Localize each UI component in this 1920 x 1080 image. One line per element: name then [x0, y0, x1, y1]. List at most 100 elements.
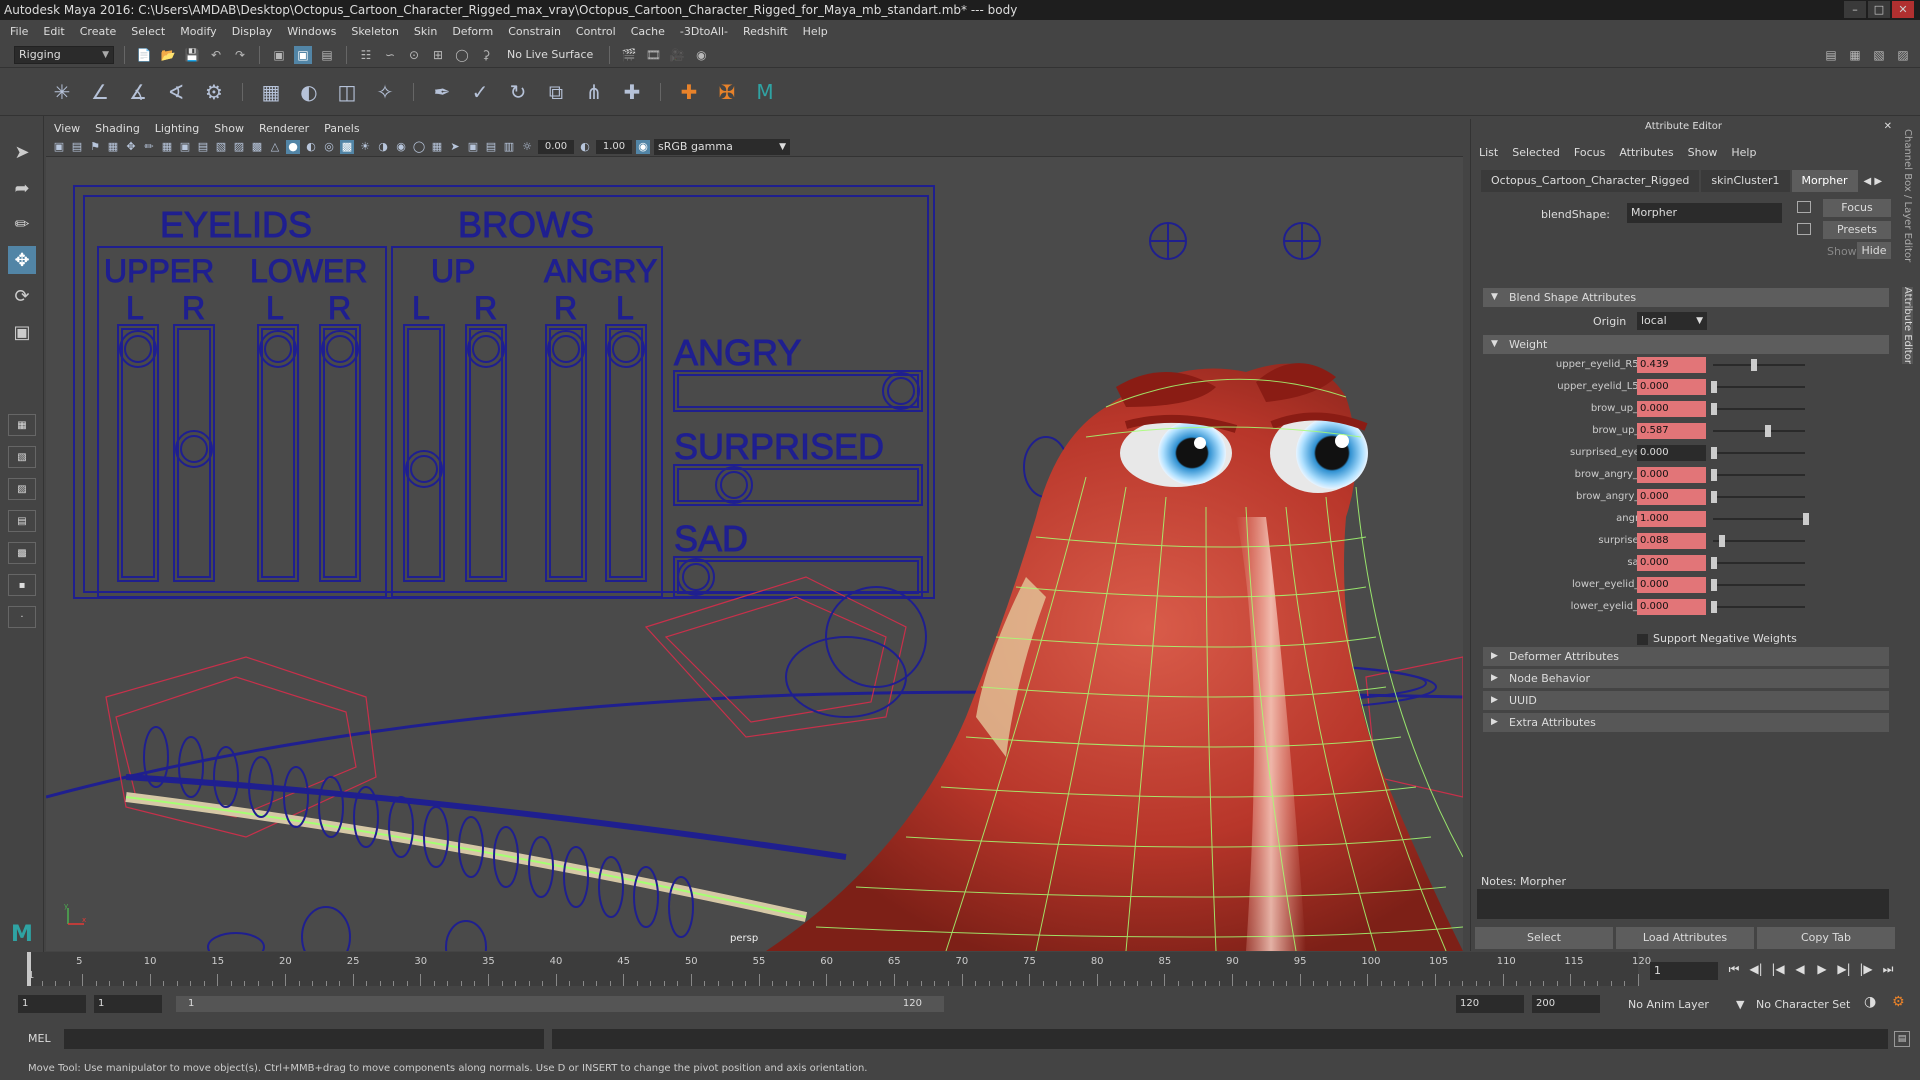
time-ruler[interactable]: 1 5 10 15 20 25 30 35 40 45 50 55 60 65 70 75 80 85 90 95 1… [27, 952, 1651, 986]
time-slider[interactable]: 1 5 10 15 20 25 30 35 40 45 50 55 60 65 70 75 80 85 90 95 1… [0, 952, 1920, 986]
cluster-icon[interactable]: ✧ [371, 78, 399, 106]
rotate-tool-icon[interactable]: ⟳ [8, 282, 36, 310]
joint-tool-icon[interactable]: ✳ [48, 78, 76, 106]
weight-slider-handle[interactable] [1711, 491, 1717, 503]
vp-menu-panels[interactable]: Panels [324, 122, 359, 135]
weight-slider-handle[interactable] [1765, 425, 1771, 437]
add-influence-icon[interactable]: ✠ [713, 78, 741, 106]
shadows-icon[interactable]: ◑ [376, 140, 390, 154]
two-d-pan-icon[interactable]: ✥ [124, 140, 138, 154]
focus-button[interactable]: Focus [1823, 199, 1891, 217]
playback-start-field[interactable]: 1 [94, 995, 162, 1013]
select-component-icon[interactable]: ▤ [318, 46, 336, 64]
bind-skin-icon[interactable]: ▦ [257, 78, 285, 106]
film-gate-icon[interactable]: ▣ [178, 140, 192, 154]
menu-help[interactable]: Help [803, 25, 828, 38]
anim-end-field[interactable]: 200 [1532, 995, 1600, 1013]
weight-slider-handle[interactable] [1711, 403, 1717, 415]
orient-constraint-icon[interactable]: ↻ [504, 78, 532, 106]
weight-slider-track[interactable] [1713, 562, 1805, 564]
weight-value-field[interactable]: 0.439 [1637, 357, 1706, 373]
single-pane-layout-icon[interactable]: ▦ [8, 414, 36, 436]
menu-edit[interactable]: Edit [43, 25, 64, 38]
flat-shade-icon[interactable]: ◐ [304, 140, 318, 154]
layout-icon[interactable]: ▦ [1846, 46, 1864, 64]
play-backward-icon[interactable]: ◀ [1792, 962, 1808, 977]
tab-scroll-icon[interactable]: ◀ ▶ [1864, 176, 1883, 187]
camera-attributes-icon[interactable]: ▤ [70, 140, 84, 154]
script-editor-icon[interactable]: ▤ [1894, 1031, 1910, 1047]
menu-set-dropdown[interactable]: Rigging ▼ [14, 45, 114, 64]
ae-menu-selected[interactable]: Selected [1512, 146, 1560, 159]
scale-tool-icon[interactable]: ▣ [8, 318, 36, 346]
maya-shelf-icon[interactable]: M [751, 78, 779, 106]
origin-dropdown[interactable]: local ▼ [1637, 312, 1707, 330]
weight-value-field[interactable]: 0.000 [1637, 467, 1706, 483]
safe-action-icon[interactable]: ▩ [250, 140, 264, 154]
go-to-start-icon[interactable]: ⏮ [1726, 962, 1742, 977]
notes-field[interactable] [1477, 889, 1889, 919]
wireframe-icon[interactable]: △ [268, 140, 282, 154]
menu-3dtoall[interactable]: -3DtoAll- [680, 25, 728, 38]
lattice-icon[interactable]: ◫ [333, 78, 361, 106]
xray-icon[interactable]: ▣ [466, 140, 480, 154]
ae-menu-show[interactable]: Show [1688, 146, 1718, 159]
grid-icon[interactable]: ▦ [160, 140, 174, 154]
camera-select-icon[interactable]: ▣ [52, 140, 66, 154]
select-hierarchy-icon[interactable]: ▣ [270, 46, 288, 64]
menu-redshift[interactable]: Redshift [743, 25, 788, 38]
menu-windows[interactable]: Windows [287, 25, 336, 38]
select-tool-icon[interactable]: ➤ [8, 138, 36, 166]
weight-slider-track[interactable] [1713, 452, 1805, 454]
weight-slider-track[interactable] [1713, 606, 1805, 608]
weight-slider-track[interactable] [1713, 430, 1805, 432]
menu-display[interactable]: Display [232, 25, 273, 38]
maximize-button[interactable]: □ [1868, 1, 1890, 18]
section-blend-shape-attributes[interactable]: ▼ Blend Shape Attributes [1483, 288, 1889, 307]
vp-menu-shading[interactable]: Shading [95, 122, 140, 135]
color-space-dropdown[interactable]: sRGB gamma ▼ [654, 138, 790, 155]
anim-layer-dropdown[interactable]: No Anim Layer [1628, 998, 1709, 1011]
menu-deform[interactable]: Deform [452, 25, 493, 38]
two-pane-layout-icon[interactable]: ▨ [8, 478, 36, 500]
weight-value-field[interactable]: 0.000 [1637, 577, 1706, 593]
select-button[interactable]: Select [1475, 927, 1613, 949]
support-negative-weights[interactable]: Support Negative Weights [1637, 632, 1797, 645]
locator-icon[interactable]: ✚ [675, 78, 703, 106]
select-object-icon[interactable]: ▣ [294, 45, 312, 64]
presets-button[interactable]: Presets [1823, 221, 1891, 239]
close-button[interactable]: ✕ [1892, 1, 1914, 18]
tab-attribute-editor[interactable]: Attribute Editor [1902, 287, 1913, 364]
input-connection-icon[interactable] [1797, 201, 1811, 213]
bookmark-icon[interactable]: ⚑ [88, 140, 102, 154]
undo-icon[interactable]: ↶ [207, 46, 225, 64]
snap-surface-icon[interactable]: ◯ [453, 46, 471, 64]
section-node-behavior[interactable]: ▶ Node Behavior [1483, 669, 1889, 688]
isolate-select-icon[interactable]: ➤ [448, 140, 462, 154]
weight-slider-track[interactable] [1713, 408, 1805, 410]
step-back-key-icon[interactable]: ◀| [1748, 962, 1764, 977]
exposure-field[interactable]: 0.00 [538, 139, 574, 154]
section-deformer-attributes[interactable]: ▶ Deformer Attributes [1483, 647, 1889, 666]
section-weight[interactable]: ▼ Weight [1483, 335, 1889, 354]
weight-slider-track[interactable] [1713, 540, 1805, 542]
mirror-joint-icon[interactable]: ∢ [162, 78, 190, 106]
viewport-panel[interactable]: View Shading Lighting Show Renderer Pane… [46, 119, 1463, 951]
vp-menu-renderer[interactable]: Renderer [259, 122, 309, 135]
wireframe-on-shaded-icon[interactable]: ◎ [322, 140, 336, 154]
parent-constraint-icon[interactable]: ⋔ [580, 78, 608, 106]
menu-skeleton[interactable]: Skeleton [351, 25, 399, 38]
ae-menu-list[interactable]: List [1479, 146, 1498, 159]
xray-joints-icon[interactable]: ▤ [484, 140, 498, 154]
weight-slider-handle[interactable] [1711, 601, 1717, 613]
save-scene-icon[interactable]: 💾 [183, 46, 201, 64]
smooth-skin-icon[interactable]: ◐ [295, 78, 323, 106]
four-pane-layout-icon[interactable]: ▧ [8, 446, 36, 468]
load-attributes-button[interactable]: Load Attributes [1616, 927, 1754, 949]
ae-menu-focus[interactable]: Focus [1574, 146, 1605, 159]
weight-value-field[interactable]: 0.587 [1637, 423, 1706, 439]
redo-icon[interactable]: ↷ [231, 46, 249, 64]
vp-menu-show[interactable]: Show [214, 122, 244, 135]
script-language-label[interactable]: MEL [28, 1032, 51, 1045]
weight-slider-handle[interactable] [1803, 513, 1809, 525]
